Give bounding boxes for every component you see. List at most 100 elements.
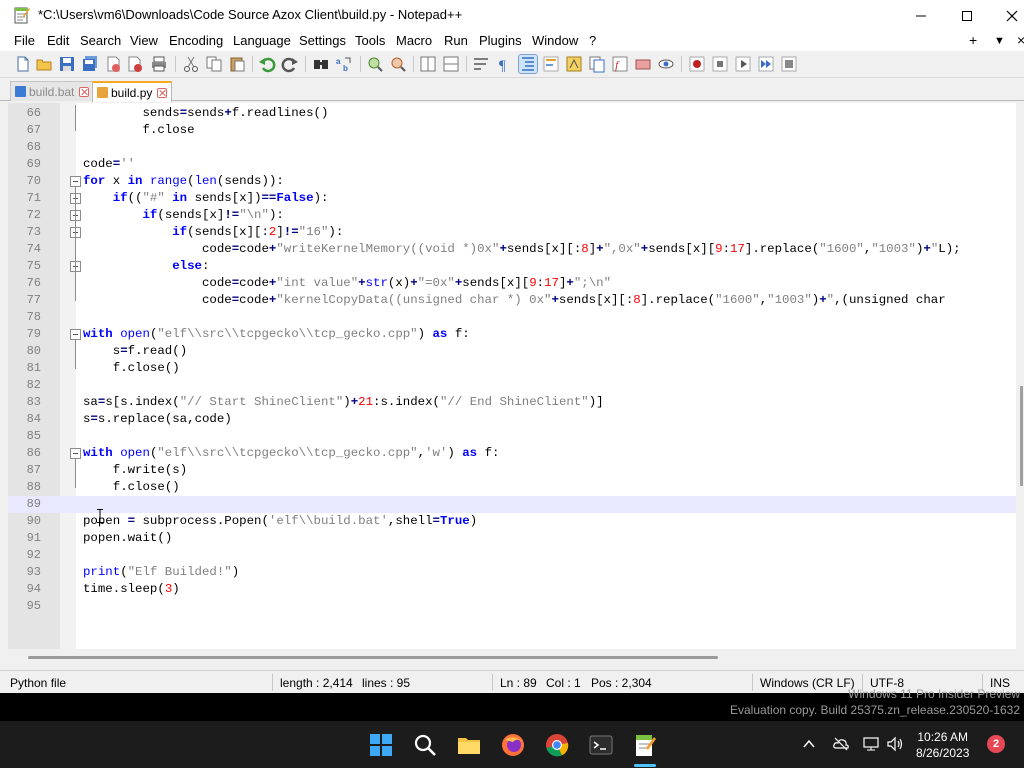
zoom-out-icon[interactable] — [389, 55, 407, 73]
vertical-scroll-thumb[interactable] — [1020, 386, 1023, 486]
menu-search[interactable]: Search — [80, 33, 121, 48]
monitor-icon[interactable] — [657, 55, 675, 73]
fold-toggle-icon[interactable] — [70, 329, 81, 340]
tab-close-icon[interactable] — [79, 86, 90, 97]
paste-icon[interactable] — [228, 55, 246, 73]
close-icon[interactable] — [104, 55, 122, 73]
save-macro-icon[interactable] — [780, 55, 798, 73]
search-icon[interactable] — [412, 732, 438, 758]
code-line[interactable]: 90 popen = subprocess.Popen('elf\\build.b… — [8, 513, 1016, 530]
code-text[interactable]: f.close() — [83, 361, 180, 375]
chrome-icon[interactable] — [544, 732, 570, 758]
code-line[interactable]: 66 sends=sends+f.readlines() — [8, 105, 1016, 122]
notification-badge[interactable]: 2 — [987, 735, 1005, 753]
cloud-offline-icon[interactable] — [832, 735, 850, 753]
maximize-button[interactable] — [944, 0, 990, 31]
code-text[interactable]: f.close() — [83, 480, 180, 494]
code-line[interactable]: 74 code=code+"writeKernelMemory((void *)… — [8, 241, 1016, 258]
terminal-icon[interactable] — [588, 732, 614, 758]
code-line[interactable]: 76 code=code+"int value"+str(x)+"=0x"+se… — [8, 275, 1016, 292]
tab-close-icon[interactable] — [157, 87, 168, 98]
sync-horizontal-icon[interactable] — [442, 55, 460, 73]
code-line[interactable]: 70 for x in range(len(sends)): — [8, 173, 1016, 190]
code-line[interactable]: 73 if(sends[x][:2]!="16"): — [8, 224, 1016, 241]
folder-workspace-icon[interactable]: f — [611, 55, 629, 73]
title-bar[interactable]: *C:\Users\vm6\Downloads\Code Source Azox… — [0, 0, 1024, 31]
show-all-chars-icon[interactable]: ¶ — [495, 55, 513, 73]
code-line[interactable]: 84 s=s.replace(sa,code) — [8, 411, 1016, 428]
menu-macro[interactable]: Macro — [396, 33, 432, 48]
code-text[interactable]: f.close — [83, 123, 195, 137]
code-line[interactable]: 79 with open("elf\\src\\tcpgecko\\tcp_gec… — [8, 326, 1016, 343]
menu-settings[interactable]: Settings — [299, 33, 346, 48]
code-text[interactable]: with open("elf\\src\\tcpgecko\\tcp_gecko… — [83, 327, 470, 341]
start-icon[interactable] — [368, 732, 394, 758]
code-line[interactable]: 91 popen.wait() — [8, 530, 1016, 547]
network-icon[interactable] — [862, 735, 880, 753]
close-window-button[interactable] — [989, 0, 1024, 31]
stop-record-icon[interactable] — [711, 55, 729, 73]
code-line[interactable]: 72 if(sends[x]!="\n"): — [8, 207, 1016, 224]
record-macro-icon[interactable] — [688, 55, 706, 73]
code-text[interactable]: time.sleep(3) — [83, 582, 180, 596]
list-tabs-button[interactable]: ▼ — [994, 35, 1005, 47]
code-line[interactable]: 71 if(("#" in sends[x])==False): — [8, 190, 1016, 207]
menu-run[interactable]: Run — [444, 33, 468, 48]
code-line[interactable]: 82 — [8, 377, 1016, 394]
indent-guide-icon[interactable] — [518, 54, 538, 74]
new-file-icon[interactable] — [14, 55, 32, 73]
firefox-icon[interactable] — [500, 732, 526, 758]
doc-map-icon[interactable] — [565, 55, 583, 73]
file-explorer-icon[interactable] — [456, 732, 482, 758]
word-wrap-icon[interactable] — [472, 55, 490, 73]
replace-icon[interactable]: ab — [335, 55, 353, 73]
code-line[interactable]: 81 f.close() — [8, 360, 1016, 377]
code-line[interactable]: 95 — [8, 598, 1016, 615]
code-line[interactable]: 75 else: — [8, 258, 1016, 275]
menu-encoding[interactable]: Encoding — [169, 33, 223, 48]
menu-help[interactable]: ? — [589, 33, 596, 48]
code-text[interactable]: print("Elf Builded!") — [83, 565, 239, 579]
code-editor[interactable]: 66 sends=sends+f.readlines() 67 f.close 68… — [8, 103, 1016, 649]
code-text[interactable]: code='' — [83, 157, 135, 171]
code-line[interactable]: 89 — [8, 496, 1016, 513]
code-text[interactable]: s=s.replace(sa,code) — [83, 412, 232, 426]
code-text[interactable]: popen = subprocess.Popen('elf\\build.bat… — [83, 514, 477, 528]
menu-edit[interactable]: Edit — [47, 33, 69, 48]
close-all-icon[interactable] — [126, 55, 144, 73]
code-text[interactable]: f.write(s) — [83, 463, 187, 477]
code-text[interactable]: else: — [83, 259, 209, 273]
menu-tools[interactable]: Tools — [355, 33, 385, 48]
notepad-plus-plus-icon[interactable] — [632, 732, 658, 758]
code-text[interactable]: with open("elf\\src\\tcpgecko\\tcp_gecko… — [83, 446, 499, 460]
menu-window[interactable]: Window — [532, 33, 578, 48]
redo-icon[interactable] — [281, 55, 299, 73]
taskbar-clock[interactable]: 10:26 AM 8/26/2023 — [916, 729, 969, 761]
print-icon[interactable] — [150, 55, 168, 73]
tab-build-py[interactable]: build.py — [92, 81, 173, 102]
function-list-icon[interactable] — [588, 55, 606, 73]
code-line[interactable]: 80 s=f.read() — [8, 343, 1016, 360]
show-hidden-icons-chevron-icon[interactable] — [800, 735, 818, 753]
code-line[interactable]: 93 print("Elf Builded!") — [8, 564, 1016, 581]
code-line[interactable]: 77 code=code+"kernelCopyData((unsigned c… — [8, 292, 1016, 309]
code-line[interactable]: 86 with open("elf\\src\\tcpgecko\\tcp_gec… — [8, 445, 1016, 462]
horizontal-scroll-thumb[interactable] — [28, 656, 718, 659]
menu-view[interactable]: View — [130, 33, 158, 48]
code-text[interactable]: for x in range(len(sends)): — [83, 174, 284, 188]
undo-icon[interactable] — [258, 55, 276, 73]
fold-toggle-icon[interactable] — [70, 176, 81, 187]
code-text[interactable]: popen.wait() — [83, 531, 172, 545]
fold-toggle-icon[interactable] — [70, 448, 81, 459]
minimize-button[interactable] — [898, 0, 944, 31]
menu-language[interactable]: Language — [233, 33, 291, 48]
open-file-icon[interactable] — [35, 55, 53, 73]
new-tab-plus-button[interactable]: + — [969, 32, 977, 48]
menu-plugins[interactable]: Plugins — [479, 33, 522, 48]
code-text[interactable]: sa=s[s.index("// Start ShineClient")+21:… — [83, 395, 604, 409]
code-text[interactable]: code=code+"int value"+str(x)+"=0x"+sends… — [83, 276, 611, 290]
zoom-in-icon[interactable] — [366, 55, 384, 73]
cut-icon[interactable] — [182, 55, 200, 73]
code-line[interactable]: 78 — [8, 309, 1016, 326]
close-doc-button[interactable]: × — [1017, 32, 1024, 48]
